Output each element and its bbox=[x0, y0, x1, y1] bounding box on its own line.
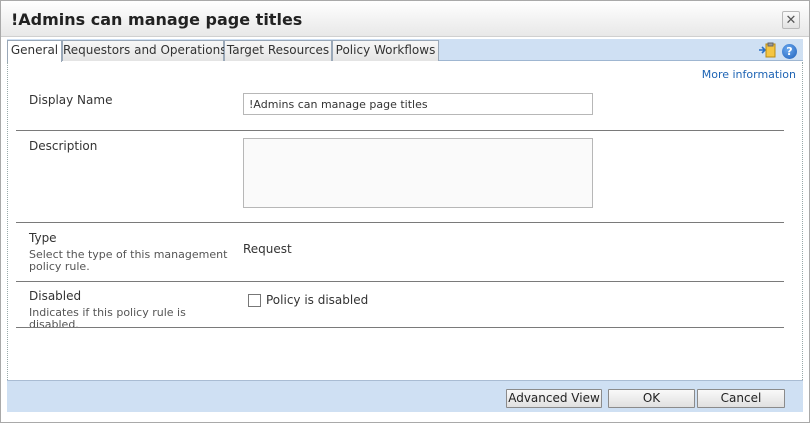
help-icon[interactable]: ? bbox=[782, 44, 797, 59]
dialog-title: !Admins can manage page titles bbox=[11, 10, 303, 29]
divider bbox=[16, 130, 784, 131]
close-button[interactable]: ✕ bbox=[782, 11, 800, 29]
cancel-button[interactable]: Cancel bbox=[697, 389, 785, 408]
tab-policy-workflows[interactable]: Policy Workflows bbox=[332, 40, 439, 61]
policy-dialog: !Admins can manage page titles ✕ General… bbox=[0, 0, 810, 423]
advanced-view-button[interactable]: Advanced View bbox=[506, 389, 602, 408]
description-label: Description bbox=[29, 139, 98, 153]
description-input[interactable] bbox=[243, 138, 593, 208]
policy-disabled-checkbox-label[interactable]: Policy is disabled bbox=[266, 293, 368, 307]
close-icon: ✕ bbox=[785, 12, 797, 28]
more-information-link[interactable]: More information bbox=[702, 68, 796, 81]
tab-strip: General Requestors and Operations Target… bbox=[7, 39, 803, 62]
tab-icons: ? bbox=[758, 42, 797, 61]
tab-target-resources[interactable]: Target Resources bbox=[224, 40, 332, 61]
ok-button[interactable]: OK bbox=[608, 389, 695, 408]
disabled-label: Disabled bbox=[29, 289, 82, 303]
tab-general[interactable]: General bbox=[7, 40, 62, 62]
type-value: Request bbox=[243, 242, 292, 256]
pin-clipboard-icon[interactable] bbox=[758, 42, 776, 61]
divider bbox=[16, 327, 784, 328]
divider bbox=[16, 222, 784, 223]
display-name-input[interactable] bbox=[243, 93, 593, 115]
type-help-text: Select the type of this management polic… bbox=[29, 248, 228, 273]
button-bar: Advanced View OK Cancel bbox=[7, 380, 803, 412]
policy-disabled-checkbox[interactable] bbox=[248, 294, 261, 307]
general-tab-content: More information Display Name Descriptio… bbox=[7, 62, 803, 380]
title-bar: !Admins can manage page titles ✕ bbox=[1, 1, 809, 37]
display-name-label: Display Name bbox=[29, 93, 113, 107]
type-label: Type bbox=[29, 231, 57, 245]
tab-requestors-and-operations[interactable]: Requestors and Operations bbox=[62, 40, 226, 61]
divider bbox=[16, 281, 784, 282]
